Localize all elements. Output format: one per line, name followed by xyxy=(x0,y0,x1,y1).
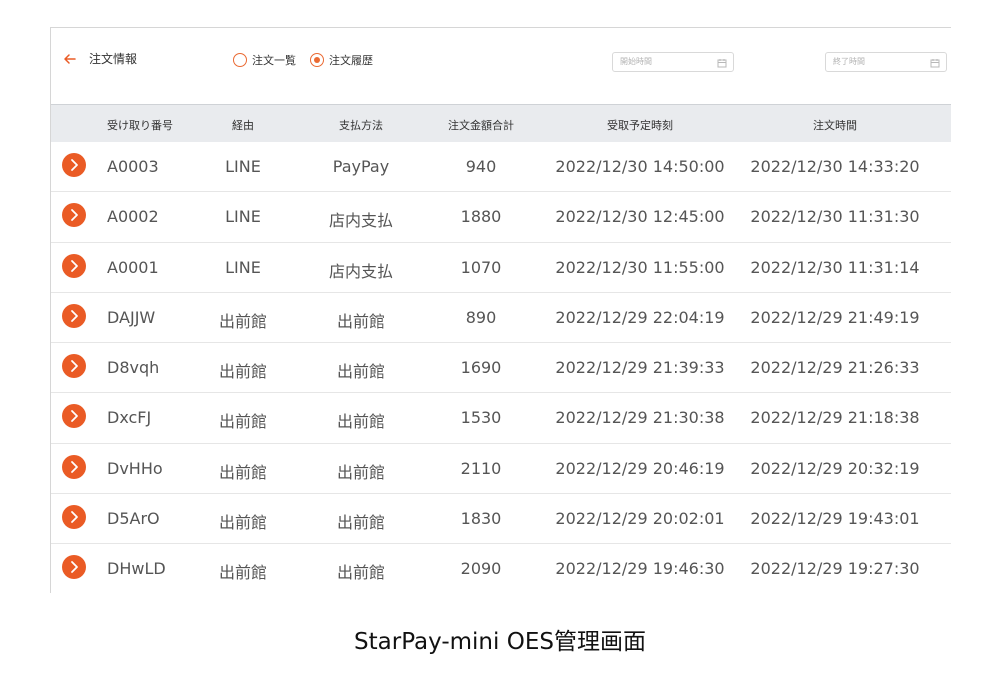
cell-scheduled-pickup: 2022/12/29 19:46:30 xyxy=(555,559,725,579)
cell-payment-method: 出前館 xyxy=(336,311,386,331)
cell-channel: 出前館 xyxy=(218,462,268,482)
column-header-payment-method: 支払方法 xyxy=(339,119,383,132)
cell-payment-method: 出前館 xyxy=(336,462,386,482)
cell-channel: 出前館 xyxy=(218,362,268,382)
radio-label: 注文一覧 xyxy=(252,54,296,67)
cell-scheduled-pickup: 2022/12/30 14:50:00 xyxy=(555,157,725,176)
table-row[interactable]: D8vqh 出前館 出前館 1690 2022/12/29 21:39:33 2022/1… xyxy=(51,343,951,394)
caption: StarPay-mini OES管理画面 xyxy=(354,629,646,655)
cell-order-time: 2022/12/29 21:26:33 xyxy=(750,358,920,378)
column-header-order-total: 注文金額合計 xyxy=(448,119,514,132)
end-time-placeholder: 終了時間 xyxy=(833,57,865,66)
table-row[interactable]: A0002 LINE 店内支払 1880 2022/12/30 12:45:00 2022… xyxy=(51,192,951,243)
cell-scheduled-pickup: 2022/12/29 20:46:19 xyxy=(555,458,725,478)
cell-order-total: 940 xyxy=(465,157,497,176)
start-time-field[interactable]: 開始時間 xyxy=(612,52,734,72)
cell-pickup-number: DvHHo xyxy=(107,458,163,478)
cell-channel: LINE xyxy=(225,157,261,176)
cell-order-total: 1880 xyxy=(460,207,502,227)
cell-channel: LINE xyxy=(225,257,261,277)
chevron-right-icon[interactable] xyxy=(62,203,86,228)
table-row[interactable]: D5ArO 出前館 出前館 1830 2022/12/29 20:02:01 2022/1… xyxy=(51,494,951,545)
cell-order-time: 2022/12/30 14:33:20 xyxy=(750,157,920,176)
cell-pickup-number: A0002 xyxy=(107,207,159,227)
cell-scheduled-pickup: 2022/12/29 20:02:01 xyxy=(555,509,725,529)
chevron-right-icon[interactable] xyxy=(62,505,86,530)
cell-pickup-number: D5ArO xyxy=(107,509,160,529)
cell-payment-method: 出前館 xyxy=(336,513,386,533)
cell-scheduled-pickup: 2022/12/29 22:04:19 xyxy=(555,307,725,327)
table-row[interactable]: A0001 LINE 店内支払 1070 2022/12/30 11:55:00 2022… xyxy=(51,243,951,293)
chevron-right-icon[interactable] xyxy=(62,454,86,479)
cell-channel: 出前館 xyxy=(218,311,268,331)
end-time-field[interactable]: 終了時間 xyxy=(825,52,947,72)
cell-order-total: 2090 xyxy=(460,559,502,579)
cell-channel: 出前館 xyxy=(218,563,268,583)
arrow-left-icon[interactable] xyxy=(63,51,77,65)
column-header-pickup-number: 受け取り番号 xyxy=(107,119,173,132)
cell-order-time: 2022/12/29 21:18:38 xyxy=(750,408,920,428)
cell-payment-method: 出前館 xyxy=(336,362,386,382)
table-row[interactable]: DxcFJ 出前館 出前館 1530 2022/12/29 21:30:38 2022/1… xyxy=(51,393,951,444)
radio-circle xyxy=(233,53,247,67)
cell-pickup-number: A0003 xyxy=(107,157,159,176)
cell-order-total: 1530 xyxy=(460,408,502,428)
cell-pickup-number: DHwLD xyxy=(107,559,166,579)
toolbar: 注文情報 注文一覧 注文履歴 開始時間 終了時間 xyxy=(51,28,951,104)
table-row[interactable]: A0003 LINE PayPay 940 2022/12/30 14:50:00 202… xyxy=(51,142,951,193)
cell-payment-method: 出前館 xyxy=(336,563,386,583)
calendar-icon xyxy=(930,57,940,68)
column-header-channel: 経由 xyxy=(232,119,254,132)
radio-circle-selected xyxy=(310,53,324,67)
cell-scheduled-pickup: 2022/12/29 21:39:33 xyxy=(555,358,725,378)
cell-order-time: 2022/12/29 20:32:19 xyxy=(750,458,920,478)
cell-order-time: 2022/12/29 21:49:19 xyxy=(750,307,920,327)
table-row[interactable]: DHwLD 出前館 出前館 2090 2022/12/29 19:46:30 2022/1… xyxy=(51,544,951,593)
page-title: 注文情報 xyxy=(89,52,138,66)
cell-scheduled-pickup: 2022/12/30 11:55:00 xyxy=(555,257,725,277)
chevron-right-icon[interactable] xyxy=(62,303,86,328)
chevron-right-icon[interactable] xyxy=(62,253,86,278)
cell-order-total: 2110 xyxy=(460,458,502,478)
table-row[interactable]: DvHHo 出前館 出前館 2110 2022/12/29 20:46:19 2022/1… xyxy=(51,444,951,495)
calendar-icon xyxy=(717,57,727,68)
cell-order-time: 2022/12/30 11:31:30 xyxy=(750,207,920,227)
cell-order-time: 2022/12/29 19:27:30 xyxy=(750,559,920,579)
cell-pickup-number: DxcFJ xyxy=(107,408,152,428)
order-panel: 注文情報 注文一覧 注文履歴 開始時間 終了時間 受け取り番号 経由 支払方法 … xyxy=(50,27,951,593)
table-row[interactable]: DAJJW 出前館 出前館 890 2022/12/29 22:04:19 2022/12… xyxy=(51,293,951,344)
cell-order-total: 890 xyxy=(465,307,497,327)
cell-payment-method: 店内支払 xyxy=(328,211,394,231)
cell-order-total: 1690 xyxy=(460,358,502,378)
cell-pickup-number: DAJJW xyxy=(107,307,156,327)
chevron-right-icon[interactable] xyxy=(62,354,86,379)
cell-payment-method: 出前館 xyxy=(336,412,386,432)
cell-order-time: 2022/12/29 19:43:01 xyxy=(750,509,920,529)
radio-order-list[interactable]: 注文一覧 xyxy=(233,52,296,68)
cell-pickup-number: A0001 xyxy=(107,257,159,277)
chevron-right-icon[interactable] xyxy=(62,153,86,177)
cell-channel: 出前館 xyxy=(218,412,268,432)
chevron-right-icon[interactable] xyxy=(62,404,86,429)
radio-order-history[interactable]: 注文履歴 xyxy=(310,52,373,68)
cell-payment-method: PayPay xyxy=(332,157,390,176)
radio-label: 注文履歴 xyxy=(329,54,373,67)
cell-order-total: 1070 xyxy=(460,257,502,277)
column-header-order-time: 注文時間 xyxy=(813,119,857,132)
table-header: 受け取り番号 経由 支払方法 注文金額合計 受取予定時刻 注文時間 xyxy=(51,104,951,142)
start-time-placeholder: 開始時間 xyxy=(620,57,652,66)
table-body: A0003 LINE PayPay 940 2022/12/30 14:50:00 202… xyxy=(51,142,951,593)
cell-pickup-number: D8vqh xyxy=(107,358,160,378)
cell-channel: 出前館 xyxy=(218,513,268,533)
cell-order-total: 1830 xyxy=(460,509,502,529)
column-header-scheduled-pickup: 受取予定時刻 xyxy=(607,119,673,132)
cell-channel: LINE xyxy=(225,207,261,227)
cell-order-time: 2022/12/30 11:31:14 xyxy=(750,257,920,277)
cell-scheduled-pickup: 2022/12/29 21:30:38 xyxy=(555,408,725,428)
cell-payment-method: 店内支払 xyxy=(328,261,394,281)
cell-scheduled-pickup: 2022/12/30 12:45:00 xyxy=(555,207,725,227)
chevron-right-icon[interactable] xyxy=(62,555,86,580)
